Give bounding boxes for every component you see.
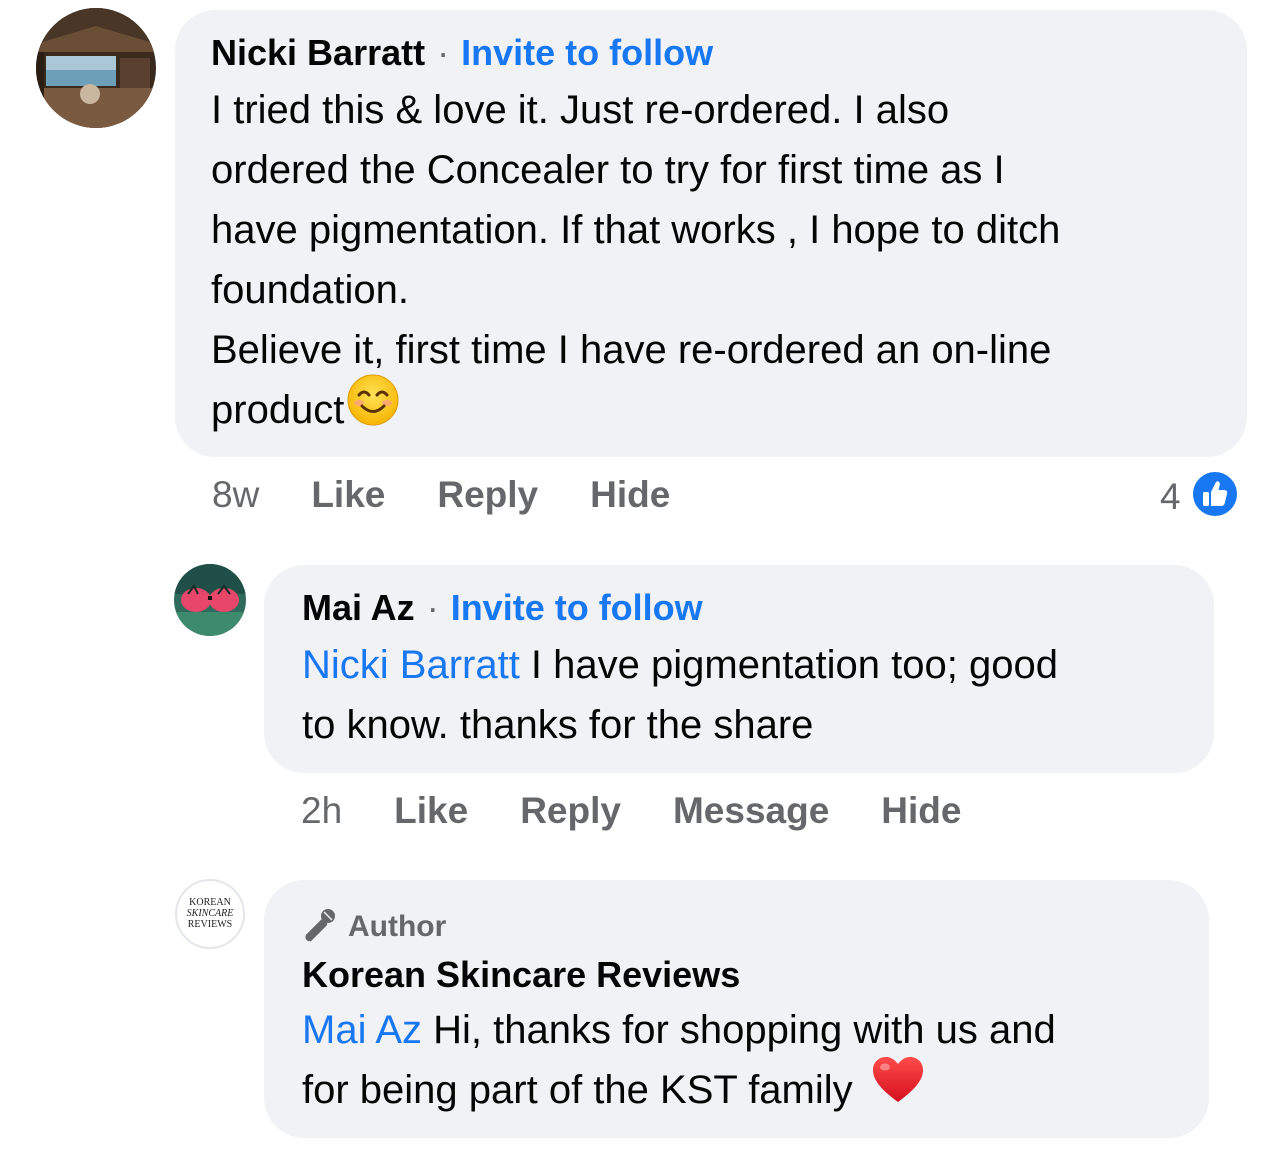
reply-bubble: Author Korean Skincare Reviews Mai Az Hi…: [264, 880, 1209, 1138]
reply-bubble: Mai Az · Invite to follow Nicki Barratt …: [264, 565, 1214, 773]
separator-dot: ·: [426, 587, 439, 628]
hide-button[interactable]: Hide: [881, 790, 961, 832]
comment-line-text: Hi, thanks for shopping with us and: [422, 1008, 1056, 1052]
reaction-count: 4: [1160, 475, 1181, 517]
comment-line: for being part of the KST family: [302, 1056, 1056, 1122]
author-name[interactable]: Korean Skincare Reviews: [302, 954, 740, 996]
mention-link[interactable]: Mai Az: [302, 1008, 422, 1052]
comment-header: Nicki Barratt · Invite to follow: [211, 32, 713, 74]
author-name[interactable]: Mai Az: [302, 587, 415, 629]
microphone-icon: [302, 906, 338, 947]
thumbs-up-icon: [1190, 470, 1239, 523]
comment-line: Believe it, first time I have re-ordered…: [211, 328, 1052, 372]
like-button[interactable]: Like: [394, 790, 468, 832]
mention-link[interactable]: Nicki Barratt: [302, 643, 520, 687]
avatar-photo: [36, 8, 156, 128]
author-badge: Author: [302, 906, 446, 947]
timestamp[interactable]: 2h: [301, 790, 342, 832]
red-heart-icon: [871, 1055, 925, 1122]
comment-line: to know. thanks for the share: [302, 703, 814, 747]
like-button[interactable]: Like: [311, 474, 385, 516]
message-button[interactable]: Message: [673, 790, 829, 832]
comment-line: ordered the Concealer to try for first t…: [211, 148, 1005, 192]
reply-button[interactable]: Reply: [437, 474, 538, 516]
comment-text: Nicki Barratt I have pigmentation too; g…: [302, 635, 1058, 755]
comment-line: have pigmentation. If that works , I hop…: [211, 208, 1061, 252]
comment-line-last: product: [211, 374, 1060, 444]
comment-header: Mai Az · Invite to follow: [302, 587, 703, 629]
timestamp[interactable]: 8w: [212, 474, 259, 516]
author-name[interactable]: Nicki Barratt: [211, 32, 425, 74]
smiling-face-icon: [346, 373, 400, 444]
comment-text: Mai Az Hi, thanks for shopping with us a…: [302, 1000, 1056, 1122]
brand-logo: KOREAN SKINCARE REVIEWS: [186, 897, 234, 930]
separator-dot: ·: [437, 32, 450, 73]
comment-line-text: I have pigmentation too; good: [519, 643, 1058, 687]
comment-header: Korean Skincare Reviews: [302, 954, 740, 996]
invite-to-follow-link[interactable]: Invite to follow: [451, 587, 703, 629]
invite-to-follow-link[interactable]: Invite to follow: [461, 32, 713, 74]
comment-actions: 8w Like Reply Hide: [212, 474, 670, 516]
comment-line: foundation.: [211, 268, 409, 312]
comment-line: Nicki Barratt I have pigmentation too; g…: [302, 635, 1058, 695]
avatar-photo: [174, 564, 246, 636]
hide-button[interactable]: Hide: [590, 474, 670, 516]
comment-line: I tried this & love it. Just re-ordered.…: [211, 88, 950, 132]
comment-line: Mai Az Hi, thanks for shopping with us a…: [302, 1000, 1056, 1060]
reaction-summary[interactable]: 4: [1160, 470, 1239, 523]
comment-bubble: Nicki Barratt · Invite to follow I tried…: [175, 10, 1247, 457]
comment-text: I tried this & love it. Just re-ordered.…: [211, 80, 1060, 444]
avatar-nicki-barratt[interactable]: [36, 8, 156, 128]
author-badge-label: Author: [348, 909, 447, 943]
reply-button[interactable]: Reply: [520, 790, 621, 832]
avatar-korean-skincare-reviews[interactable]: KOREAN SKINCARE REVIEWS: [175, 879, 245, 949]
comment-actions: 2h Like Reply Message Hide: [301, 790, 961, 832]
avatar-mai-az[interactable]: [174, 564, 246, 636]
comment-line-text: product: [211, 388, 345, 432]
comment-line-text: for being part of the KST family: [302, 1068, 853, 1112]
